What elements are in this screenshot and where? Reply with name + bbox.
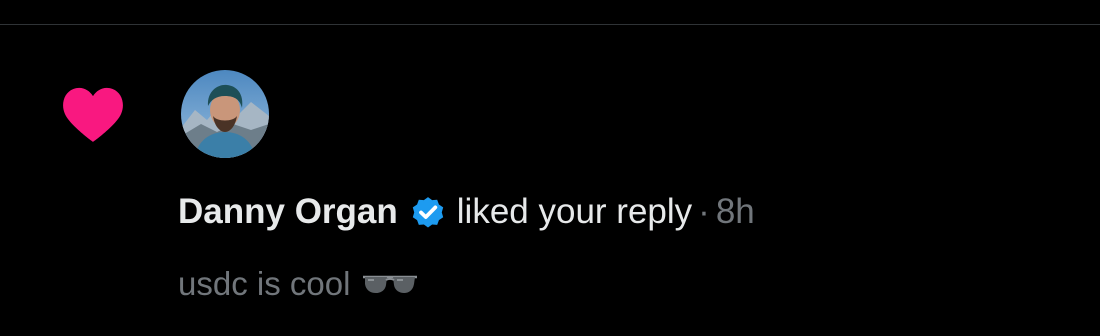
heart-icon [63, 87, 123, 142]
timestamp: 8h [715, 192, 755, 231]
sunglasses-icon [363, 275, 418, 293]
reply-preview: usdc is cool [178, 260, 418, 308]
like-notification[interactable]: Danny Organ liked your reply · 8h usdc i… [0, 25, 1100, 336]
separator-dot: · [698, 192, 710, 231]
avatar[interactable] [181, 70, 269, 158]
user-name[interactable]: Danny Organ [178, 188, 398, 236]
notification-text: Danny Organ liked your reply · 8h [178, 188, 755, 236]
action-text: liked your reply [456, 192, 693, 231]
reply-text: usdc is cool [178, 265, 351, 302]
verified-badge-icon [412, 197, 443, 228]
